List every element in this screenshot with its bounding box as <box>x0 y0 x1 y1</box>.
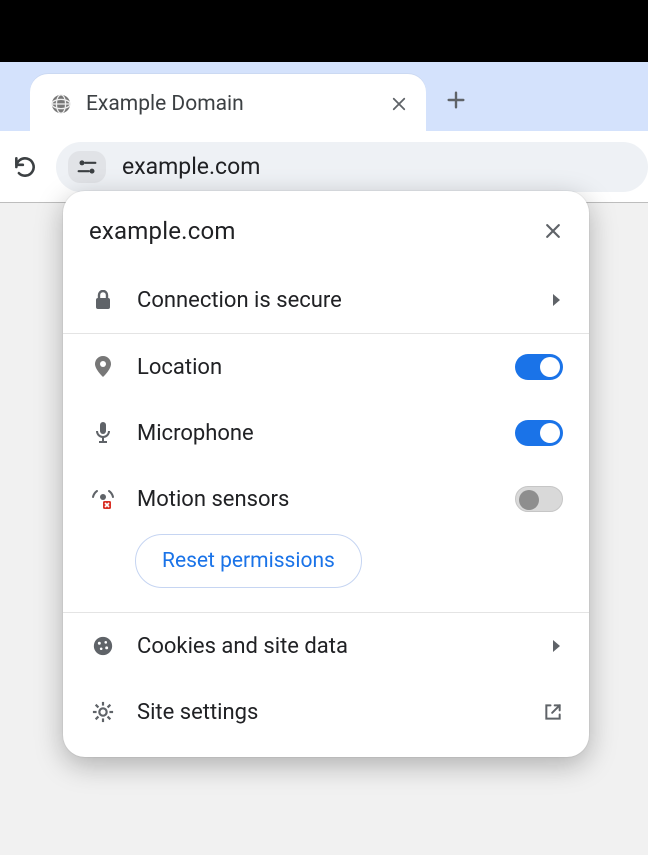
chevron-right-icon <box>551 639 563 653</box>
motion-label: Motion sensors <box>137 487 515 512</box>
connection-row[interactable]: Connection is secure <box>63 267 589 333</box>
chevron-right-icon <box>551 293 563 307</box>
cookies-label: Cookies and site data <box>137 634 551 659</box>
tab-strip: Example Domain <box>0 62 648 131</box>
new-tab-button[interactable] <box>445 89 467 111</box>
microphone-toggle[interactable] <box>515 420 563 446</box>
location-toggle[interactable] <box>515 354 563 380</box>
site-settings-row[interactable]: Site settings <box>63 679 589 745</box>
url-text: example.com <box>122 153 260 180</box>
motion-toggle[interactable] <box>515 486 563 512</box>
permission-row-location: Location <box>63 334 589 400</box>
page-content-area: example.com Connection is secure Locatio… <box>0 203 648 855</box>
lock-icon <box>89 290 117 310</box>
globe-icon <box>50 93 72 115</box>
connection-label: Connection is secure <box>137 288 551 313</box>
address-bar[interactable]: example.com <box>56 142 648 192</box>
popup-hostname: example.com <box>89 217 236 245</box>
permission-row-motion: Motion sensors <box>63 466 589 532</box>
cookie-icon <box>89 635 117 657</box>
tab-title: Example Domain <box>86 92 244 116</box>
site-info-popup: example.com Connection is secure Locatio… <box>63 191 589 757</box>
close-popup-button[interactable] <box>543 221 563 241</box>
close-tab-button[interactable] <box>390 95 408 113</box>
location-label: Location <box>137 355 515 380</box>
microphone-label: Microphone <box>137 421 515 446</box>
reset-permissions-button[interactable]: Reset permissions <box>135 534 362 588</box>
motion-sensors-icon <box>89 489 117 509</box>
external-link-icon <box>543 702 563 722</box>
microphone-icon <box>89 422 117 444</box>
site-settings-label: Site settings <box>137 700 543 725</box>
permission-row-microphone: Microphone <box>63 400 589 466</box>
window-top-black-bar <box>0 0 648 62</box>
site-info-button[interactable] <box>68 151 106 183</box>
reload-button[interactable] <box>8 150 42 184</box>
location-icon <box>89 356 117 378</box>
gear-icon <box>89 701 117 723</box>
tune-icon <box>77 159 97 175</box>
cookies-row[interactable]: Cookies and site data <box>63 613 589 679</box>
tab-example-domain[interactable]: Example Domain <box>30 74 426 134</box>
